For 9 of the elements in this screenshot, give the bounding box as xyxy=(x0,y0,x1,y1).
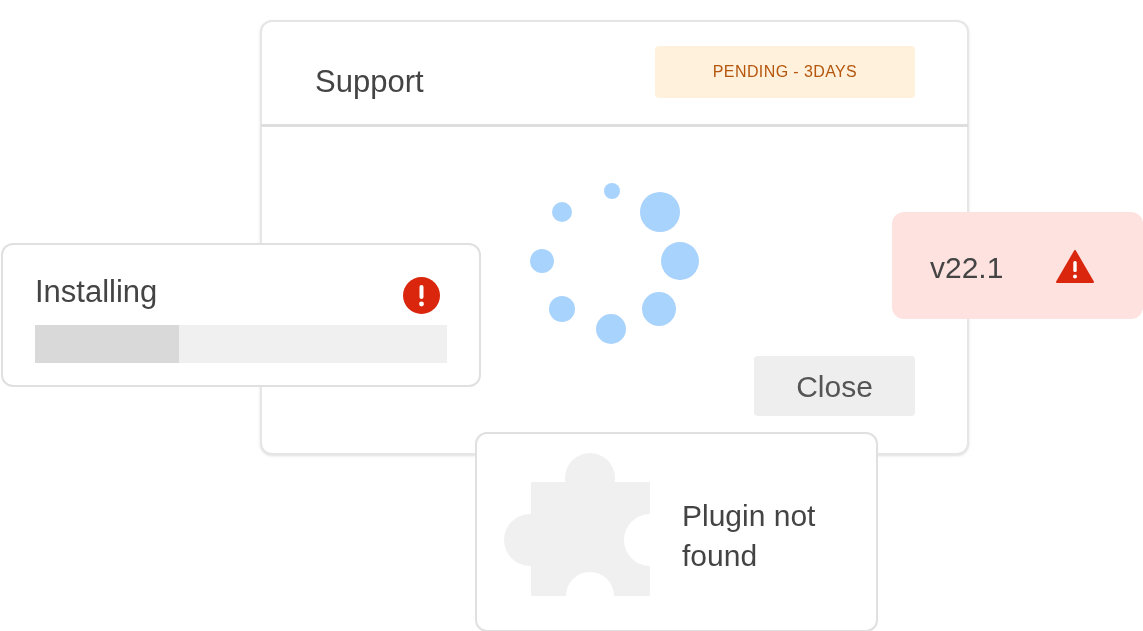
install-title: Installing xyxy=(35,274,158,310)
status-badge: PENDING - 3DAYS xyxy=(655,46,915,98)
warning-icon xyxy=(1056,250,1094,283)
spinner-icon xyxy=(528,181,702,347)
plugin-message: Plugin not found xyxy=(682,498,817,574)
version-label: v22.1 xyxy=(930,250,1004,286)
card-title: Support xyxy=(315,64,424,100)
close-button[interactable]: Close xyxy=(754,356,915,416)
error-icon xyxy=(403,277,440,314)
